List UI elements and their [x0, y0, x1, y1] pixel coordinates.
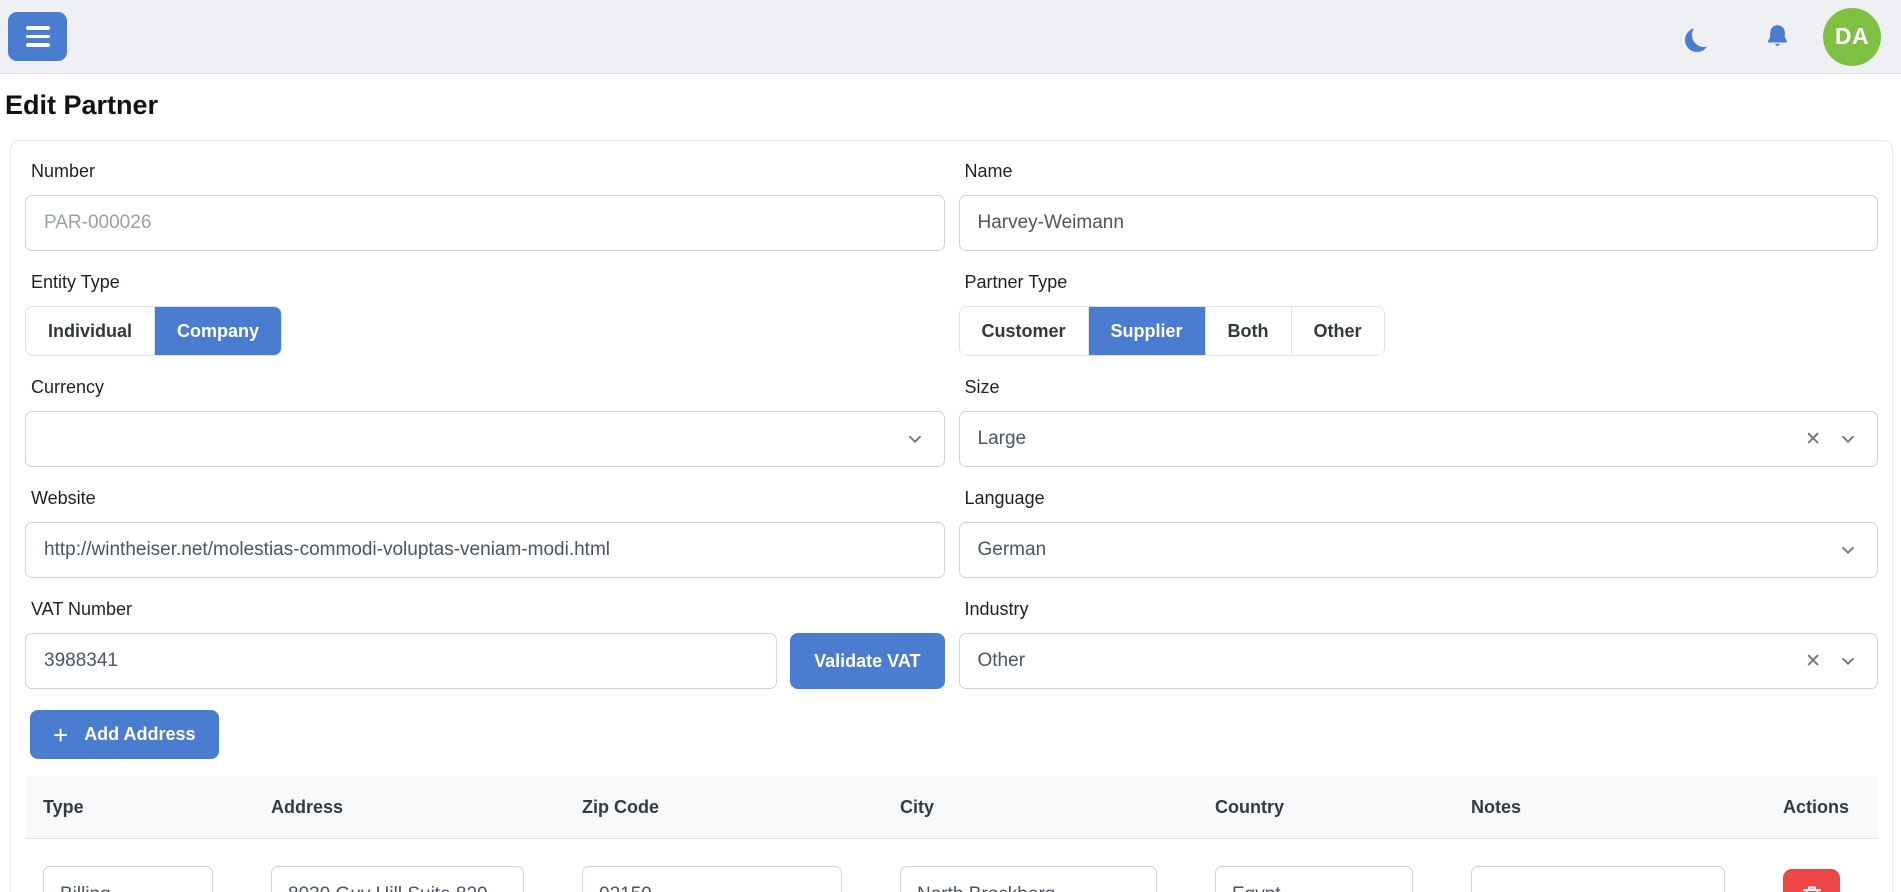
chevron-down-icon [1837, 650, 1859, 672]
number-input[interactable] [25, 195, 945, 251]
address-table-row: Billing Egypt [25, 839, 1878, 892]
country-select[interactable]: Egypt [1215, 866, 1413, 892]
partner-type-group: Partner Type Customer Supplier Both Othe… [959, 272, 1879, 356]
notes-textarea[interactable] [1471, 866, 1725, 892]
chevron-down-icon [1837, 539, 1859, 561]
size-select[interactable]: Large ✕ [959, 411, 1879, 467]
partner-type-other-button[interactable]: Other [1292, 307, 1384, 355]
website-label: Website [31, 488, 945, 509]
delete-address-button[interactable] [1783, 869, 1840, 892]
language-select[interactable]: German [959, 522, 1879, 578]
currency-label: Currency [31, 377, 945, 398]
name-input[interactable] [959, 195, 1879, 251]
name-label: Name [965, 161, 1879, 182]
page-title: Edit Partner [5, 90, 1901, 121]
website-input[interactable] [25, 522, 945, 578]
website-field-group: Website [25, 488, 945, 578]
avatar[interactable]: DA [1823, 8, 1881, 66]
notifications-button[interactable] [1753, 13, 1801, 61]
entity-type-company-button[interactable]: Company [155, 307, 281, 355]
size-field-group: Size Large ✕ [959, 377, 1879, 467]
entity-type-individual-button[interactable]: Individual [26, 307, 155, 355]
language-field-group: Language German [959, 488, 1879, 578]
add-address-button[interactable]: + Add Address [30, 710, 219, 759]
name-field-group: Name [959, 161, 1879, 251]
industry-select[interactable]: Other ✕ [959, 633, 1879, 689]
menu-icon [26, 26, 50, 30]
chevron-down-icon [177, 886, 196, 892]
clear-x-icon[interactable]: ✕ [1805, 652, 1821, 671]
address-type-select[interactable]: Billing [43, 866, 213, 892]
plus-icon: + [53, 722, 68, 748]
address-input[interactable] [271, 866, 524, 892]
topbar: DA [0, 0, 1901, 74]
vat-label: VAT Number [31, 599, 945, 620]
column-header-zip: Zip Code [564, 797, 882, 818]
number-field-group: Number [25, 161, 945, 251]
column-header-city: City [882, 797, 1197, 818]
edit-partner-card: Number Name Entity Type Individual Compa… [10, 140, 1893, 892]
menu-button[interactable] [8, 12, 67, 61]
column-header-actions: Actions [1765, 797, 1878, 818]
entity-type-group: Entity Type Individual Company [25, 272, 945, 356]
partner-form: Number Name Entity Type Individual Compa… [25, 161, 1878, 710]
validate-vat-button[interactable]: Validate VAT [790, 633, 944, 689]
column-header-country: Country [1197, 797, 1453, 818]
partner-type-supplier-button[interactable]: Supplier [1089, 307, 1206, 355]
zip-code-input[interactable] [582, 866, 842, 892]
industry-value: Other [978, 650, 1806, 672]
vat-field-group: VAT Number Validate VAT [25, 599, 945, 689]
column-header-address: Address [253, 797, 564, 818]
chevron-down-icon [1377, 886, 1396, 892]
chevron-down-icon [904, 428, 926, 450]
partner-type-label: Partner Type [965, 272, 1879, 293]
size-label: Size [965, 377, 1879, 398]
column-header-notes: Notes [1453, 797, 1765, 818]
partner-type-both-button[interactable]: Both [1206, 307, 1292, 355]
country-value: Egypt [1232, 884, 1377, 892]
address-type-value: Billing [60, 884, 177, 892]
language-value: German [978, 539, 1838, 561]
currency-field-group: Currency [25, 377, 945, 467]
add-address-label: Add Address [84, 724, 195, 745]
industry-field-group: Industry Other ✕ [959, 599, 1879, 689]
number-label: Number [31, 161, 945, 182]
vat-input[interactable] [25, 633, 777, 689]
entity-type-toggle: Individual Company [25, 306, 282, 356]
entity-type-label: Entity Type [31, 272, 945, 293]
trash-icon [1800, 883, 1824, 892]
bell-icon [1764, 23, 1791, 50]
industry-label: Industry [965, 599, 1879, 620]
addresses-table: Type Address Zip Code City Country Notes… [25, 776, 1878, 892]
dark-mode-toggle[interactable] [1677, 13, 1725, 61]
size-value: Large [978, 428, 1806, 450]
partner-type-customer-button[interactable]: Customer [960, 307, 1089, 355]
city-input[interactable] [900, 866, 1157, 892]
moon-icon [1692, 23, 1716, 47]
clear-x-icon[interactable]: ✕ [1805, 430, 1821, 449]
partner-type-toggle: Customer Supplier Both Other [959, 306, 1385, 356]
column-header-type: Type [25, 797, 253, 818]
addresses-table-header: Type Address Zip Code City Country Notes… [25, 776, 1878, 839]
language-label: Language [965, 488, 1879, 509]
chevron-down-icon [1837, 428, 1859, 450]
currency-select[interactable] [25, 411, 945, 467]
